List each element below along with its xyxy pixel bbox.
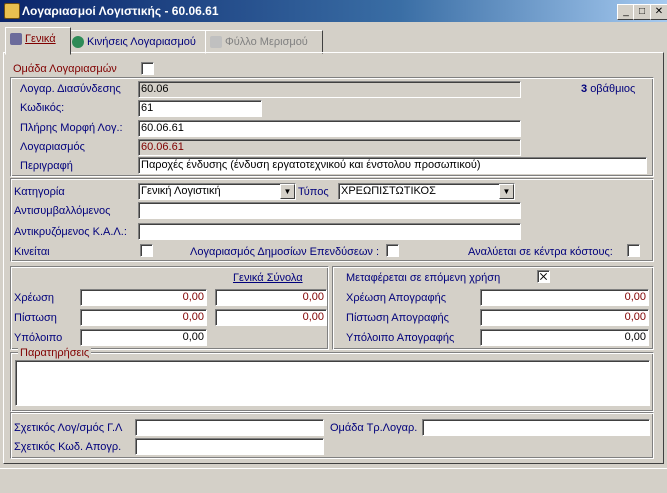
general-credit-field[interactable]: 0,00 <box>215 309 327 326</box>
carry-over-label: Μεταφέρεται σε επόμενη χρήση <box>346 272 501 284</box>
full-form-field[interactable]: 60.06.61 <box>138 120 521 137</box>
status-bar <box>0 468 667 493</box>
public-invest-checkbox[interactable] <box>386 244 399 257</box>
debit-field[interactable]: 0,00 <box>80 289 207 306</box>
tab-general[interactable]: Γενικά <box>5 27 71 55</box>
link-account-label: Λογαρ. Διασύνδεσης <box>20 83 121 95</box>
inventory-debit-field[interactable]: 0,00 <box>480 289 649 306</box>
offset-account-label: Αντικρυζόμενος Κ.Α.Λ.: <box>14 226 127 238</box>
offset-account-field[interactable] <box>138 223 521 240</box>
code-label: Κωδικός: <box>20 102 65 114</box>
full-form-label: Πλήρης Μορφή Λογ.: <box>20 122 123 134</box>
category-select[interactable]: Γενική Λογιστική <box>138 183 296 200</box>
locked-checkbox[interactable] <box>140 244 153 257</box>
balance-label: Υπόλοιπο <box>14 332 63 344</box>
account-field[interactable]: 60.06.61 <box>138 139 521 156</box>
group-accounts-checkbox[interactable] <box>141 62 154 75</box>
balance-field[interactable]: 0,00 <box>80 329 207 346</box>
inventory-debit-label: Χρέωση Απογραφής <box>346 292 446 304</box>
notes-textarea[interactable] <box>15 360 650 406</box>
tree-icon <box>10 33 22 46</box>
account-label: Λογαριασμός <box>20 141 85 153</box>
tab-allocation-sheet[interactable]: Φύλλο Μερισμού <box>205 30 323 54</box>
sheet-icon <box>210 36 222 49</box>
general-totals-header: Γενικά Σύνολα <box>233 272 303 284</box>
credit-label: Πίστωση <box>14 312 57 324</box>
window-title: Λογαριασμοί Λογιστικής - 60.06.61 <box>22 4 219 18</box>
public-invest-label: Λογαριασμός Δημοσίων Επενδύσεων : <box>190 246 380 258</box>
type-select[interactable]: ΧΡΕΩΠΙΣΤΩΤΙΚΟΣ <box>338 183 515 200</box>
inventory-code-label: Σχετικός Κωδ. Απογρ. <box>14 441 122 453</box>
debit-label: Χρέωση <box>14 292 54 304</box>
trial-group-label: Ομάδα Τρ.Λογαρ. <box>330 422 418 434</box>
inventory-balance-field[interactable]: 0,00 <box>480 329 649 346</box>
counterparty-field[interactable] <box>138 202 521 219</box>
inventory-credit-field[interactable]: 0,00 <box>480 309 649 326</box>
refresh-icon <box>72 36 84 49</box>
related-gl-field[interactable] <box>135 419 324 436</box>
description-field[interactable]: Παροχές ένδυσης (ένδυση εργατοτεχνικού κ… <box>138 157 647 174</box>
carry-over-checkbox[interactable] <box>537 270 550 283</box>
level-indicator: 3 οβάθμιος <box>581 83 636 95</box>
cost-centers-checkbox[interactable] <box>627 244 640 257</box>
app-icon <box>4 3 20 19</box>
group-accounts-label: Ομάδα Λογαριασμών <box>13 63 117 75</box>
type-dropdown-icon[interactable]: ▼ <box>499 184 514 199</box>
notes-label: Παρατηρήσεις <box>18 347 92 359</box>
link-account-field[interactable]: 60.06 <box>138 81 521 98</box>
counterparty-label: Αντισυμβαλλόμενος <box>14 205 111 217</box>
trial-group-field[interactable] <box>422 419 650 436</box>
inventory-credit-label: Πίστωση Απογραφής <box>346 312 449 324</box>
description-label: Περιγραφή <box>20 160 73 172</box>
inventory-code-field[interactable] <box>135 438 324 455</box>
category-label: Κατηγορία <box>14 186 65 198</box>
code-field[interactable]: 61 <box>138 100 262 117</box>
credit-field[interactable]: 0,00 <box>80 309 207 326</box>
cost-centers-label: Αναλύεται σε κέντρα κόστους: <box>468 246 613 258</box>
type-label: Τύπος <box>298 186 329 198</box>
category-dropdown-icon[interactable]: ▼ <box>280 184 295 199</box>
tab-account-movements[interactable]: Κινήσεις Λογαριασμού <box>67 30 209 54</box>
related-gl-label: Σχετικός Λογ/σμός Γ.Λ <box>14 422 123 434</box>
inventory-balance-label: Υπόλοιπο Απογραφής <box>346 332 455 344</box>
locked-label: Κινείται <box>14 246 50 258</box>
close-icon[interactable]: ✕ <box>650 4 667 20</box>
maximize-icon[interactable]: □ <box>633 4 651 20</box>
general-debit-field[interactable]: 0,00 <box>215 289 327 306</box>
